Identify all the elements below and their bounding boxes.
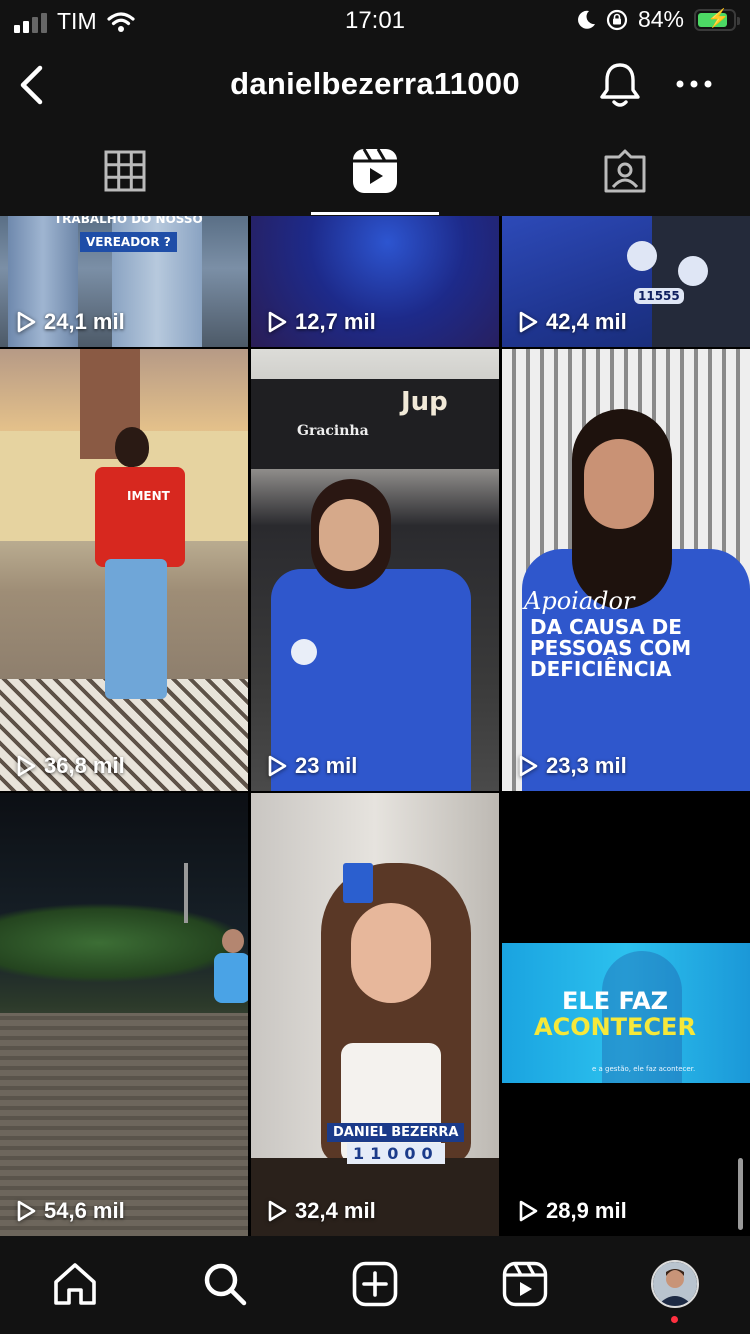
reels-icon xyxy=(502,1261,548,1307)
play-icon xyxy=(17,1200,36,1222)
reel-caption: e a gestão, ele faz acontecer. xyxy=(592,1065,696,1073)
nav-search[interactable] xyxy=(197,1256,253,1312)
reel-views: 36,8 mil xyxy=(16,753,125,779)
reel-view-count: 24,1 mil xyxy=(44,309,125,334)
reel-view-count: 23 mil xyxy=(295,753,358,778)
reel-overlay-text: ACONTECER xyxy=(534,1013,696,1041)
tab-grid[interactable] xyxy=(0,126,250,216)
reel-overlay-text: Jup xyxy=(401,387,448,417)
nav-home[interactable] xyxy=(47,1256,103,1312)
reel-overlay-text: TRABALHO DO NOSSO xyxy=(54,216,203,226)
profile-tabs xyxy=(0,126,750,216)
battery-percent: 84% xyxy=(637,6,684,32)
status-right: 84% ⚡ xyxy=(576,6,740,33)
reel-views: 24,1 mil xyxy=(16,309,125,335)
reels-tab-icon xyxy=(353,148,397,193)
reel-tile[interactable]: Gracinha Jup 23 mil xyxy=(251,349,499,791)
reel-view-count: 28,9 mil xyxy=(546,1198,627,1223)
reel-overlay-number: 11000 xyxy=(347,1143,445,1164)
tab-tagged[interactable] xyxy=(500,126,750,216)
notification-dot xyxy=(671,1316,678,1323)
play-icon xyxy=(519,1200,538,1222)
reel-tile[interactable]: TRABALHO DO NOSSO VEREADOR ? 24,1 mil xyxy=(0,216,248,347)
reel-tile[interactable]: 12,7 mil xyxy=(251,216,499,347)
reels-grid: TRABALHO DO NOSSO VEREADOR ? 24,1 mil 12… xyxy=(0,216,750,1236)
reel-overlay-text: DEFICIÊNCIA xyxy=(530,657,672,681)
reel-tile[interactable]: DANIEL BEZERRA 11000 32,4 mil xyxy=(251,793,499,1236)
reel-views: 28,9 mil xyxy=(518,1198,627,1224)
bell-icon[interactable] xyxy=(596,60,644,110)
more-options-icon[interactable] xyxy=(672,64,716,104)
play-icon xyxy=(519,311,538,333)
play-icon xyxy=(268,755,287,777)
reel-overlay-text: DA CAUSA DE xyxy=(530,615,682,639)
reel-overlay-text: ELE FAZ xyxy=(562,987,669,1015)
reel-views: 54,6 mil xyxy=(16,1198,125,1224)
search-icon xyxy=(204,1263,247,1306)
nav-reels[interactable] xyxy=(497,1256,553,1312)
tab-reels[interactable] xyxy=(250,126,500,216)
battery-icon: ⚡ xyxy=(694,8,740,31)
play-icon xyxy=(519,755,538,777)
grid-icon xyxy=(104,150,146,192)
tagged-icon xyxy=(604,149,646,193)
play-icon xyxy=(17,755,36,777)
reel-views: 23,3 mil xyxy=(518,753,627,779)
status-bar: TIM 17:01 84% ⚡ xyxy=(0,0,750,44)
reel-views: 32,4 mil xyxy=(267,1198,376,1224)
reel-tile[interactable]: 54,6 mil xyxy=(0,793,248,1236)
reel-overlay-label: VEREADOR ? xyxy=(80,232,177,252)
reel-overlay-script: Apoiador xyxy=(524,587,635,615)
reel-overlay-text: Gracinha xyxy=(297,423,369,439)
reel-view-count: 23,3 mil xyxy=(546,753,627,778)
reel-overlay-text: IMENT xyxy=(127,489,170,503)
play-icon xyxy=(268,311,287,333)
home-icon xyxy=(54,1263,96,1305)
reel-overlay-text: DANIEL BEZERRA xyxy=(327,1123,465,1142)
reel-tile[interactable]: ELE FAZ ACONTECER e a gestão, ele faz ac… xyxy=(502,793,750,1236)
active-tab-indicator xyxy=(311,212,439,215)
bottom-navigation xyxy=(0,1236,750,1334)
reel-overlay-text: PESSOAS COM xyxy=(530,636,692,660)
profile-avatar[interactable] xyxy=(651,1260,699,1308)
reel-banner: ELE FAZ ACONTECER e a gestão, ele faz ac… xyxy=(502,943,750,1083)
orientation-lock-icon xyxy=(606,9,628,30)
moon-icon xyxy=(578,10,595,29)
reel-overlay-text: 11555 xyxy=(634,288,684,304)
create-icon xyxy=(352,1261,398,1307)
reel-views: 42,4 mil xyxy=(518,309,627,335)
reel-view-count: 12,7 mil xyxy=(295,309,376,334)
reel-views: 12,7 mil xyxy=(267,309,376,335)
reel-views: 23 mil xyxy=(267,753,357,779)
play-icon xyxy=(268,1200,287,1222)
avatar-photo xyxy=(653,1262,697,1306)
reel-view-count: 32,4 mil xyxy=(295,1198,376,1223)
reel-view-count: 36,8 mil xyxy=(44,753,125,778)
reel-tile[interactable]: IMENT 36,8 mil xyxy=(0,349,248,791)
play-icon xyxy=(17,311,36,333)
reel-tile[interactable]: 11555 42,4 mil xyxy=(502,216,750,347)
reel-tile[interactable]: Apoiador DA CAUSA DE PESSOAS COM DEFICIÊ… xyxy=(502,349,750,791)
scroll-indicator[interactable] xyxy=(738,1158,743,1230)
profile-header: danielbezerra11000 xyxy=(0,44,750,126)
reel-view-count: 54,6 mil xyxy=(44,1198,125,1223)
reel-view-count: 42,4 mil xyxy=(546,309,627,334)
nav-create[interactable] xyxy=(347,1256,403,1312)
